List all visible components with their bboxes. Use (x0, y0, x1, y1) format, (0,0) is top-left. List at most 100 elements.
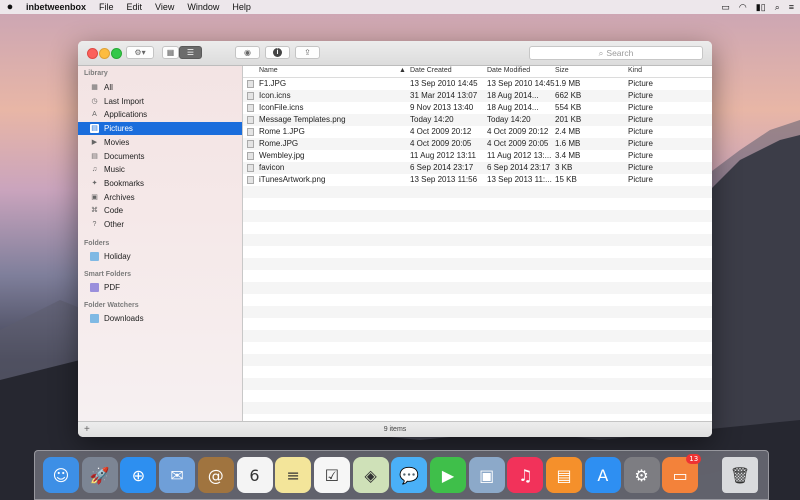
table-row[interactable]: Icon.icns 31 Mar 2014 13:07 18 Aug 2014...… (243, 90, 712, 102)
quick-look-button[interactable]: ◉ (235, 46, 260, 59)
messages-icon[interactable]: 💬 (391, 457, 428, 493)
inbetweenbox-icon[interactable]: ▭ 13 (662, 454, 702, 493)
dock-glyph: 💬 (399, 465, 420, 485)
launchpad-icon[interactable]: 🚀 (81, 457, 118, 493)
magnifier-icon: ⌕ (598, 47, 604, 58)
sort-ascending-icon[interactable]: ▲ (399, 67, 406, 74)
cell-size: 554 KB (555, 103, 582, 112)
cell-date-modified: 4 Oct 2009 20:05 (487, 139, 549, 148)
sidebar-item-other[interactable]: ? Other (78, 218, 242, 231)
sidebar-item-archives[interactable]: ▣ Archives (78, 191, 242, 204)
table-row[interactable]: iTunesArtwork.png 13 Sep 2013 11:56 13 Sep… (243, 174, 712, 186)
contacts-icon[interactable]: @ (197, 457, 234, 493)
file-list: Name ▲ Date Created Date Modified Size K… (243, 66, 712, 421)
ibooks-icon[interactable]: ▤ (546, 457, 583, 493)
menu-file[interactable]: File (99, 2, 114, 12)
minimize-button[interactable] (99, 48, 110, 59)
search-field[interactable]: ⌕ Search (529, 46, 703, 60)
column-date-created[interactable]: Date Created (410, 67, 452, 74)
cell-date-modified: 18 Aug 2014... (487, 103, 539, 112)
sidebar-item-code[interactable]: ⌘ Code (78, 204, 242, 217)
sidebar-item-documents[interactable]: ▤ Documents (78, 150, 242, 163)
wifi-icon[interactable]: ◠ (739, 2, 747, 13)
sidebar-item-pdf[interactable]: PDF (78, 281, 242, 294)
trash-icon[interactable]: 🗑 (722, 457, 758, 493)
dock-glyph: ☑ (324, 465, 340, 485)
list-view-button[interactable]: ☰ (179, 46, 202, 59)
sidebar-item-pictures[interactable]: ▤ Pictures (78, 122, 242, 136)
table-row[interactable]: Rome.JPG 4 Oct 2009 20:05 4 Oct 2009 20:05… (243, 138, 712, 150)
share-button[interactable]: ⇪ (295, 46, 320, 59)
table-row[interactable]: F1.JPG 13 Sep 2010 14:45 13 Sep 2010 14:45… (243, 78, 712, 90)
sidebar-item-music[interactable]: ♫ Music (78, 163, 242, 176)
sidebar-item-label: Holiday (104, 252, 131, 261)
zoom-button[interactable] (111, 48, 122, 59)
battery-icon[interactable]: ▮▯ (756, 2, 766, 13)
safari-icon[interactable]: ⊕ (120, 457, 157, 493)
menu-window[interactable]: Window (187, 2, 219, 12)
cell-kind: Picture (628, 115, 653, 124)
icon-view-button[interactable]: ▦ (162, 46, 179, 59)
music-icon: ♫ (91, 166, 98, 174)
mail-icon[interactable]: ✉ (159, 457, 196, 493)
search-icon[interactable]: ⌕ (775, 2, 780, 13)
sidebar-item-holiday[interactable]: Holiday (78, 250, 242, 263)
menu-view[interactable]: View (155, 2, 174, 12)
notes-icon[interactable]: ≡ (275, 457, 312, 493)
cell-date-created: Today 14:20 (410, 115, 454, 124)
reminders-icon[interactable]: ☑ (313, 457, 350, 493)
column-kind[interactable]: Kind (628, 67, 642, 74)
section-header-folder-watchers: Folder Watchers (84, 302, 139, 309)
table-row[interactable]: IconFile.icns 9 Nov 2013 13:40 18 Aug 2014… (243, 102, 712, 114)
sidebar-item-last-import[interactable]: ◷ Last Import (78, 95, 242, 108)
table-row[interactable]: favicon 6 Sep 2014 23:17 6 Sep 2014 23:17 3… (243, 162, 712, 174)
documents-icon: ▤ (91, 152, 98, 160)
apple-menu-icon[interactable]: ● (0, 1, 20, 13)
notification-center-icon[interactable]: ≡ (789, 2, 794, 12)
menu-app-name[interactable]: inbetweenbox (26, 2, 86, 12)
table-row[interactable]: Rome 1.JPG 4 Oct 2009 20:12 4 Oct 2009 20:… (243, 126, 712, 138)
itunes-icon[interactable]: ♫ (507, 457, 544, 493)
menu-edit[interactable]: Edit (127, 2, 143, 12)
column-date-modified[interactable]: Date Modified (487, 67, 530, 74)
cell-size: 3.4 MB (555, 151, 581, 160)
dock-glyph: ▭ (672, 465, 688, 485)
status-bar: + 9 items (78, 421, 712, 437)
cell-name: Rome 1.JPG (259, 127, 305, 136)
column-name[interactable]: Name (259, 67, 278, 74)
empty-row (243, 330, 712, 342)
sidebar-item-bookmarks[interactable]: ✦ Bookmarks (78, 177, 242, 190)
sidebar-item-label: Last Import (104, 96, 145, 106)
empty-row (243, 402, 712, 414)
table-row[interactable]: Wembley.jpg 11 Aug 2012 13:11 11 Aug 2012 … (243, 150, 712, 162)
sidebar-item-movies[interactable]: ▶ Movies (78, 136, 242, 149)
close-button[interactable] (87, 48, 98, 59)
share-icon: ⇪ (304, 48, 311, 57)
dock-glyph: 6 (249, 465, 260, 485)
empty-row (243, 282, 712, 294)
sidebar-item-applications[interactable]: A Applications (78, 108, 242, 121)
sidebar-item-label: Music (104, 165, 125, 175)
empty-row (243, 294, 712, 306)
sidebar-item-downloads[interactable]: Downloads (78, 312, 242, 325)
app-store-icon[interactable]: A (584, 457, 621, 493)
folder-icon (90, 314, 99, 323)
maps-icon[interactable]: ◈ (352, 457, 389, 493)
status-menus: ▭ ◠ ▮▯ ⌕ ≡ (721, 0, 794, 14)
sidebar-item-all[interactable]: ▦ All (78, 81, 242, 94)
system-preferences-icon[interactable]: ⚙ (623, 457, 660, 493)
info-button[interactable]: i (265, 46, 290, 59)
facetime-icon[interactable]: ▶ (430, 457, 466, 493)
preview-icon[interactable]: ▣ (468, 457, 505, 493)
gear-menu-button[interactable]: ⚙▾ (126, 46, 154, 59)
sidebar-item-label: PDF (104, 283, 120, 292)
menu-bar: ● inbetweenbox File Edit View Window Hel… (0, 0, 800, 14)
sidebar-item-label: Archives (104, 192, 135, 202)
column-size[interactable]: Size (555, 67, 569, 74)
airplay-icon[interactable]: ▭ (721, 2, 730, 13)
cell-date-created: 13 Sep 2010 14:45 (410, 79, 478, 88)
calendar-icon[interactable]: 6 (236, 457, 273, 493)
finder-icon[interactable]: ☺ (43, 457, 79, 493)
table-row[interactable]: Message Templates.png Today 14:20 Today 14… (243, 114, 712, 126)
menu-help[interactable]: Help (232, 2, 251, 12)
